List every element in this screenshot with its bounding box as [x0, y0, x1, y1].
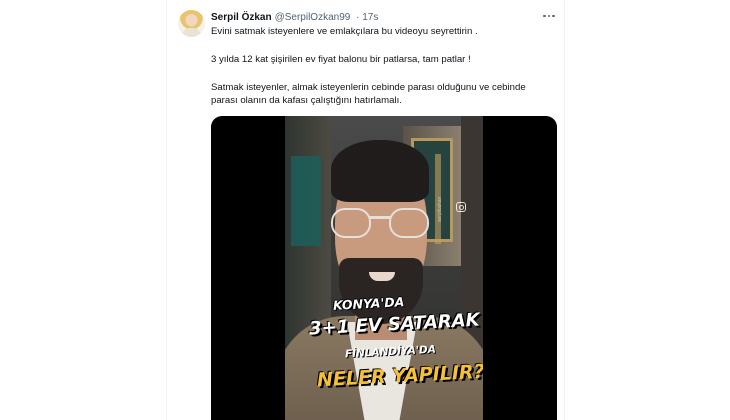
left-rail: [0, 0, 166, 420]
right-rail: [565, 0, 730, 420]
author-handle[interactable]: @SerpilOzkan99: [275, 12, 351, 23]
author-name[interactable]: Serpil Özkan: [211, 12, 272, 23]
more-icon[interactable]: [540, 8, 558, 24]
tweet-header: Serpil Özkan @SerpilOzkan99 · 17s: [211, 10, 378, 25]
tweet-text-line-4: parası olanın da kafası çalıştığını hatı…: [211, 95, 402, 106]
instagram-icon: [456, 202, 466, 212]
video-frame: serpilozkan KONYA'DA 3+1 EV SATARAK FİNL…: [285, 116, 483, 420]
avatar[interactable]: [178, 10, 205, 37]
glasses: [331, 208, 431, 240]
tweet-text-line-3: Satmak isteyenler, almak isteyenlerin ce…: [211, 82, 526, 93]
avatar-figure: [182, 28, 201, 37]
video-watermark: serpilozkan: [437, 196, 443, 222]
tweet-text-line-1: Evini satmak isteyenlere ve emlakçılara …: [211, 26, 478, 37]
tweet-time[interactable]: · 17s: [356, 12, 378, 23]
video-player[interactable]: serpilozkan KONYA'DA 3+1 EV SATARAK FİNL…: [211, 116, 557, 420]
tweet-text-line-2: 3 yılda 12 kat şişirilen ev fiyat balonu…: [211, 54, 471, 65]
